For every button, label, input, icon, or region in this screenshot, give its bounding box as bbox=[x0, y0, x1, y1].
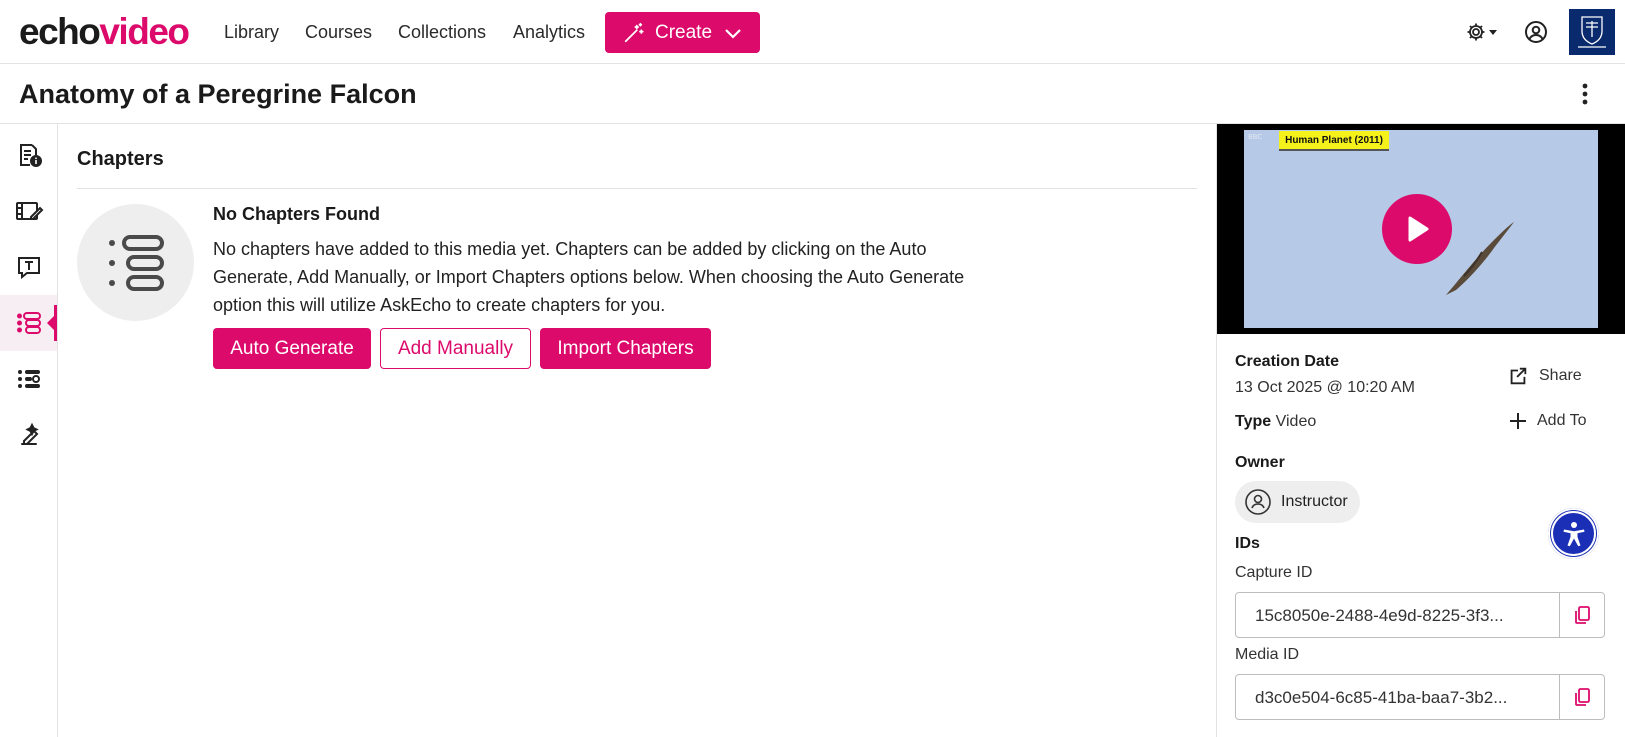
transcript-icon bbox=[17, 257, 40, 280]
section-divider bbox=[77, 188, 1197, 189]
gear-icon bbox=[1467, 23, 1497, 41]
play-button[interactable] bbox=[1382, 194, 1452, 264]
rail-item-edit-video[interactable] bbox=[0, 183, 57, 239]
empty-state-illustration bbox=[77, 204, 194, 321]
details-icon bbox=[19, 144, 42, 167]
owner-chip: Instructor bbox=[1235, 481, 1360, 523]
logo-echo-text: echo bbox=[19, 11, 101, 52]
rail-item-chapters[interactable] bbox=[0, 295, 57, 351]
nav-collections-link[interactable]: Collections bbox=[398, 21, 486, 43]
media-id-label: Media ID bbox=[1235, 646, 1300, 663]
creation-date-value: 13 Oct 2025 @ 10:20 AM bbox=[1235, 379, 1415, 396]
video-edit-icon bbox=[15, 202, 43, 220]
create-button-label: Create bbox=[655, 21, 713, 43]
capture-id-field[interactable]: 15c8050e-2488-4e9d-8225-3f3... bbox=[1235, 592, 1605, 638]
share-icon bbox=[1510, 367, 1527, 385]
auto-generate-button[interactable]: Auto Generate bbox=[213, 328, 371, 369]
capture-id-value: 15c8050e-2488-4e9d-8225-3f3... bbox=[1255, 606, 1504, 625]
chapters-list-icon bbox=[108, 234, 164, 291]
share-label: Share bbox=[1539, 367, 1582, 384]
user-account-icon bbox=[1525, 21, 1547, 43]
copy-icon bbox=[1575, 688, 1590, 706]
annotate-icon bbox=[20, 422, 39, 445]
add-manually-button[interactable]: Add Manually bbox=[380, 328, 531, 369]
rail-item-quiz[interactable] bbox=[0, 351, 57, 407]
chapters-section-title: Chapters bbox=[77, 148, 164, 170]
nav-courses-link[interactable]: Courses bbox=[305, 21, 372, 43]
nav-library-link[interactable]: Library bbox=[224, 21, 279, 43]
media-id-field[interactable]: d3c0e504-6c85-41ba-baa7-3b2... bbox=[1235, 674, 1605, 720]
add-to-button[interactable]: Add To bbox=[1509, 412, 1587, 430]
copy-media-id-button[interactable] bbox=[1559, 675, 1604, 719]
type-row: Type Video bbox=[1235, 412, 1316, 432]
rail-item-details[interactable] bbox=[0, 127, 57, 183]
import-chapters-button[interactable]: Import Chapters bbox=[540, 328, 711, 369]
more-options-button[interactable] bbox=[1577, 82, 1593, 111]
chevron-down-icon bbox=[725, 28, 741, 39]
magic-wand-icon bbox=[624, 22, 644, 42]
ids-label: IDs bbox=[1235, 535, 1260, 552]
copy-capture-id-button[interactable] bbox=[1559, 593, 1604, 637]
chapters-icon bbox=[16, 312, 41, 334]
empty-state-description: No chapters have added to this media yet… bbox=[213, 239, 965, 315]
owner-name: Instructor bbox=[1281, 493, 1348, 510]
creation-date-label: Creation Date bbox=[1235, 353, 1340, 370]
accessibility-button-ring bbox=[1551, 511, 1596, 556]
left-tool-rail bbox=[0, 124, 58, 737]
rail-item-annotate[interactable] bbox=[0, 407, 57, 463]
media-id-value: d3c0e504-6c85-41ba-baa7-3b2... bbox=[1255, 688, 1508, 707]
kebab-menu-icon bbox=[1582, 83, 1588, 105]
page-title: Anatomy of a Peregrine Falcon bbox=[19, 79, 417, 109]
plus-icon bbox=[1510, 413, 1526, 429]
type-value: Video bbox=[1275, 413, 1317, 430]
settings-menu-button[interactable] bbox=[1466, 20, 1502, 49]
owner-label: Owner bbox=[1235, 454, 1285, 471]
copy-icon bbox=[1575, 606, 1590, 624]
svg-text:BBC: BBC bbox=[1248, 133, 1262, 141]
play-icon bbox=[1408, 216, 1429, 242]
video-caption-banner: Human Planet (2011) bbox=[1279, 131, 1389, 151]
rail-item-transcript[interactable] bbox=[0, 239, 57, 295]
echovideo-logo[interactable]: echovideo bbox=[19, 10, 190, 54]
user-account-button[interactable] bbox=[1524, 20, 1548, 49]
capture-id-label: Capture ID bbox=[1235, 564, 1313, 581]
share-button[interactable]: Share bbox=[1507, 365, 1582, 387]
university-crest-icon bbox=[1578, 16, 1606, 48]
user-avatar-icon bbox=[1245, 489, 1271, 515]
logo-video-text: video bbox=[99, 11, 190, 52]
page-title-bar: Anatomy of a Peregrine Falcon bbox=[0, 64, 1625, 124]
add-to-label: Add To bbox=[1537, 412, 1587, 429]
top-nav-bar: echovideo Library Courses Collections An… bbox=[0, 0, 1625, 64]
type-label: Type bbox=[1235, 413, 1272, 430]
quiz-list-icon bbox=[17, 370, 40, 388]
university-logo[interactable] bbox=[1569, 9, 1615, 55]
empty-state-heading: No Chapters Found bbox=[213, 204, 380, 224]
create-button[interactable]: Create bbox=[605, 12, 760, 53]
nav-analytics-link[interactable]: Analytics bbox=[513, 21, 585, 43]
